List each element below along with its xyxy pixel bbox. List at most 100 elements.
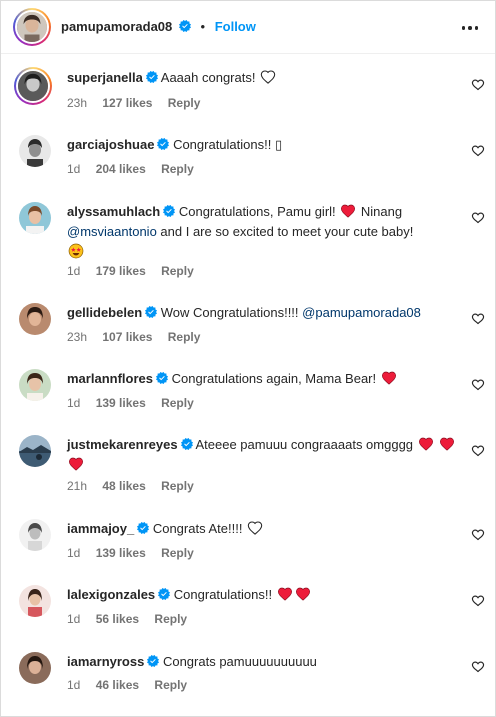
verified-badge-icon — [145, 306, 157, 318]
red-heart-icon — [439, 436, 455, 452]
like-comment-icon[interactable] — [471, 378, 485, 392]
commenter-avatar[interactable] — [19, 435, 51, 467]
comment-likes[interactable]: 127 likes — [102, 96, 152, 110]
comment-text: Congrats Ate!!!! — [152, 521, 243, 536]
commenter-avatar-photo — [19, 202, 51, 234]
like-comment-icon[interactable] — [471, 312, 485, 326]
commenter-username[interactable]: alyssamuhlach — [67, 204, 160, 219]
commenter-avatar[interactable] — [19, 369, 51, 401]
commenter-avatar[interactable] — [19, 135, 51, 167]
comment-text: and I are so excited to meet your cute b… — [160, 224, 414, 239]
reply-button[interactable]: Reply — [161, 162, 194, 176]
reply-button[interactable]: Reply — [161, 479, 194, 493]
comment-time[interactable]: 1d — [67, 678, 80, 692]
comment-meta: 1d 139 likes Reply — [67, 546, 194, 560]
comment-likes[interactable]: 48 likes — [102, 479, 145, 493]
comment-likes[interactable]: 179 likes — [96, 264, 146, 278]
comment-meta: 1d 46 likes Reply — [67, 678, 187, 692]
verified-badge-icon — [158, 588, 170, 600]
reply-button[interactable]: Reply — [168, 330, 201, 344]
comment-time[interactable]: 1d — [67, 264, 80, 278]
verified-badge-icon — [156, 372, 168, 384]
white-heart-icon — [247, 520, 263, 536]
comment-likes[interactable]: 139 likes — [96, 546, 146, 560]
commenter-avatar-photo — [19, 135, 51, 167]
like-comment-icon[interactable] — [471, 144, 485, 158]
comment-likes[interactable]: 139 likes — [96, 396, 146, 410]
commenter-avatar-photo — [19, 435, 51, 467]
reply-button[interactable]: Reply — [161, 264, 194, 278]
red-heart-icon — [295, 586, 311, 602]
comment-meta: 23h 127 likes Reply — [67, 96, 200, 110]
verified-badge-icon — [163, 205, 175, 217]
mention-link[interactable]: @msviaantonio — [67, 224, 157, 239]
comment-meta: 21h 48 likes Reply — [67, 479, 194, 493]
post-header: pamupamorada08 • Follow — [1, 1, 495, 54]
commenter-username[interactable]: garciajoshuae — [67, 137, 154, 152]
comment-text: Wow Congratulations!!!! — [160, 305, 299, 320]
comment-text: Congratulations!! ▯ — [173, 137, 283, 152]
red-heart-icon — [68, 456, 84, 472]
like-comment-icon[interactable] — [471, 78, 485, 92]
follow-button[interactable]: Follow — [215, 19, 256, 34]
comment-meta: 1d 56 likes Reply — [67, 612, 187, 626]
comment-meta: 1d 179 likes Reply — [67, 264, 194, 278]
author-username[interactable]: pamupamorada08 — [61, 19, 172, 34]
like-comment-icon[interactable] — [471, 444, 485, 458]
commenter-avatar[interactable] — [19, 202, 51, 234]
commenter-avatar-photo — [19, 652, 51, 684]
commenter-avatar-photo — [18, 71, 48, 101]
comment-meta: 23h 107 likes Reply — [67, 330, 200, 344]
commenter-username[interactable]: justmekarenreyes — [67, 437, 178, 452]
comment-likes[interactable]: 204 likes — [96, 162, 146, 176]
comment-likes[interactable]: 107 likes — [102, 330, 152, 344]
comment-time[interactable]: 1d — [67, 612, 80, 626]
reply-button[interactable]: Reply — [154, 612, 187, 626]
commenter-avatar[interactable] — [19, 303, 51, 335]
verified-badge-icon — [181, 438, 193, 450]
comment-text: Congratulations, Pamu girl! — [178, 204, 336, 219]
commenter-username[interactable]: gellidebelen — [67, 305, 142, 320]
commenter-avatar-photo — [19, 585, 51, 617]
comment-time[interactable]: 21h — [67, 479, 87, 493]
comment-time[interactable]: 1d — [67, 546, 80, 560]
more-options-icon[interactable] — [459, 18, 481, 38]
white-heart-icon — [260, 69, 276, 85]
commenter-avatar[interactable] — [19, 519, 51, 551]
commenter-username[interactable]: iammajoy_ — [67, 521, 134, 536]
reply-button[interactable]: Reply — [161, 396, 194, 410]
commenter-username[interactable]: lalexigonzales — [67, 587, 155, 602]
commenter-avatar[interactable] — [19, 585, 51, 617]
comment-time[interactable]: 1d — [67, 162, 80, 176]
commenter-username[interactable]: superjanella — [67, 70, 143, 85]
separator-dot: • — [200, 19, 206, 34]
commenter-avatar[interactable] — [14, 67, 52, 105]
reply-button[interactable]: Reply — [154, 678, 187, 692]
comment-time[interactable]: 23h — [67, 96, 87, 110]
like-comment-icon[interactable] — [471, 594, 485, 608]
commenter-username[interactable]: marlannflores — [67, 371, 153, 386]
reply-button[interactable]: Reply — [168, 96, 201, 110]
author-avatar[interactable] — [13, 8, 51, 46]
comment-text: Congrats pamuuuuuuuuuu — [162, 654, 317, 669]
red-heart-icon — [381, 370, 397, 386]
verified-badge-icon — [179, 20, 191, 32]
verified-badge-icon — [157, 138, 169, 150]
like-comment-icon[interactable] — [471, 211, 485, 225]
commenter-avatar-photo — [19, 369, 51, 401]
comment-time[interactable]: 1d — [67, 396, 80, 410]
author-avatar-photo — [17, 12, 47, 42]
star-struck-emoji-icon — [68, 243, 84, 259]
mention-link[interactable]: @pamupamorada08 — [302, 305, 421, 320]
verified-badge-icon — [146, 71, 158, 83]
comment-likes[interactable]: 46 likes — [96, 678, 139, 692]
like-comment-icon[interactable] — [471, 528, 485, 542]
commenter-username[interactable]: iamarnyross — [67, 654, 144, 669]
comments-panel: pamupamorada08 • Follow superjanella Aaa… — [0, 0, 496, 717]
like-comment-icon[interactable] — [471, 660, 485, 674]
reply-button[interactable]: Reply — [161, 546, 194, 560]
comment-likes[interactable]: 56 likes — [96, 612, 139, 626]
commenter-avatar[interactable] — [19, 652, 51, 684]
comment-time[interactable]: 23h — [67, 330, 87, 344]
comment-text: Ateeee pamuuu congraaaats omgggg — [195, 437, 414, 452]
